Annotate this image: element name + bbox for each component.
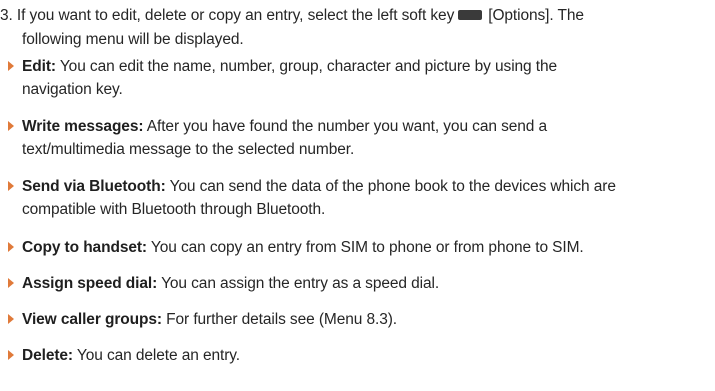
list-item-label: Assign speed dial: [22,275,158,292]
list-item-line-1: View caller groups: For further details … [8,308,708,331]
list-item-view-caller-groups: View caller groups: For further details … [8,308,708,331]
left-soft-key-icon [458,9,483,20]
list-item-edit: Edit: You can edit the name, number, gro… [8,55,708,101]
list-item-label: Copy to handset: [22,239,147,256]
list-item-label: Send via Bluetooth: [22,178,166,195]
manual-page: 3. If you want to edit, delete or copy a… [0,0,715,391]
intro-line-1: 3. If you want to edit, delete or copy a… [0,4,715,28]
list-item-line-1: Delete: You can delete an entry. [8,344,708,367]
list-item-line-2: text/multimedia message to the selected … [22,141,355,158]
list-item-assign-speed-dial: Assign speed dial: You can assign the en… [8,272,708,295]
list-item-delete: Delete: You can delete an entry. [8,344,708,367]
list-item-line-2: navigation key. [22,81,123,98]
bullet-arrow-icon [8,181,14,191]
list-item-desc: You can edit the name, number, group, ch… [55,58,558,75]
list-item-line-1: Copy to handset: You can copy an entry f… [8,236,708,259]
intro-text-after: [Options]. The [488,7,584,24]
list-item-desc: You can send the data of the phone book … [165,178,616,195]
bullet-arrow-icon [8,314,14,324]
bullet-arrow-icon [8,278,14,288]
list-item-label: Edit: [22,58,56,75]
bullet-arrow-icon [8,350,14,360]
bullet-arrow-icon [8,61,14,71]
list-item-write-messages: Write messages: After you have found the… [8,115,708,161]
list-item-desc: For further details see (Menu 8.3). [161,311,397,328]
list-item-label: Delete: [22,347,73,364]
intro-text-before: 3. If you want to edit, delete or copy a… [0,7,455,24]
bullet-arrow-icon [8,121,14,131]
list-item-label: View caller groups: [22,311,162,328]
list-item-line-1: Send via Bluetooth: You can send the dat… [8,175,708,198]
list-item-line-1: Write messages: After you have found the… [8,115,708,138]
list-item-desc: You can copy an entry from SIM to phone … [146,239,584,256]
list-item-send-via-bluetooth: Send via Bluetooth: You can send the dat… [8,175,708,221]
list-item-copy-to-handset: Copy to handset: You can copy an entry f… [8,236,708,259]
bullet-arrow-icon [8,242,14,252]
intro-line-2: following menu will be displayed. [22,31,244,48]
list-item-label: Write messages: [22,118,144,135]
list-item-line-1: Assign speed dial: You can assign the en… [8,272,708,295]
list-item-line-2: compatible with Bluetooth through Blueto… [22,201,326,218]
intro-paragraph: 3. If you want to edit, delete or copy a… [0,4,715,52]
list-item-desc: After you have found the number you want… [143,118,548,135]
list-item-line-1: Edit: You can edit the name, number, gro… [8,55,708,78]
list-item-desc: You can delete an entry. [73,347,240,364]
list-item-desc: You can assign the entry as a speed dial… [157,275,440,292]
